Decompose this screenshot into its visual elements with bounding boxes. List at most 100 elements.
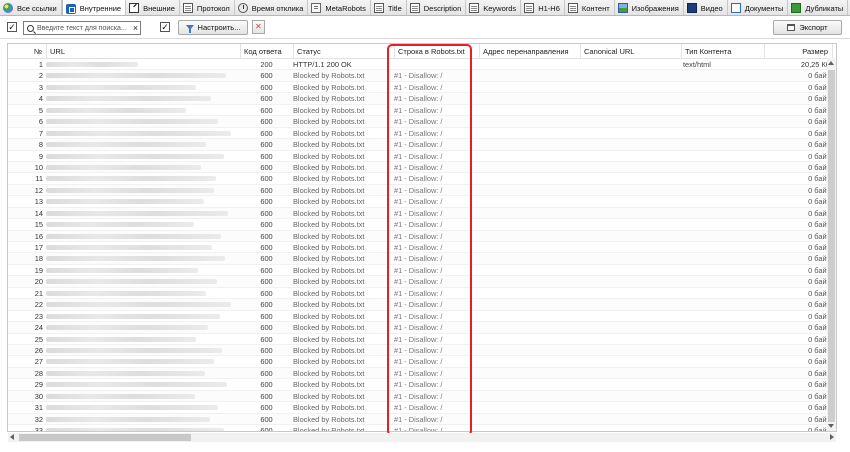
url-cell-redacted[interactable] (46, 162, 231, 173)
url-cell-redacted[interactable] (46, 151, 231, 162)
url-cell-redacted[interactable] (46, 368, 231, 379)
tab-documents[interactable]: Документы (728, 0, 789, 15)
table-row[interactable]: 7 600 Blocked by Robots.txt #1 - Disallow: … (8, 128, 836, 140)
clear-search-icon[interactable]: × (131, 23, 140, 33)
tab-clock[interactable]: Время отклика (235, 0, 309, 15)
url-cell-redacted[interactable] (46, 299, 231, 310)
url-cell-redacted[interactable] (46, 70, 231, 81)
table-row[interactable]: 26 600 Blocked by Robots.txt #1 - Disallow:… (8, 344, 836, 357)
horizontal-scroll-thumb[interactable] (19, 434, 191, 441)
col-robots-header[interactable]: Строка в Robots.txt (394, 44, 479, 59)
url-cell-redacted[interactable] (46, 231, 231, 242)
search-input[interactable]: Введите текст для поиска... (37, 25, 131, 32)
url-cell-redacted[interactable] (46, 265, 231, 276)
tab-meta-card[interactable]: MetaRobots (308, 0, 371, 15)
tab-duplicates[interactable]: Дубликаты (788, 0, 849, 15)
col-size-header[interactable]: Размер (764, 44, 832, 59)
table-row[interactable]: 21 600 Blocked by Robots.txt #1 - Disallow:… (8, 288, 836, 300)
url-cell-redacted[interactable] (46, 311, 231, 322)
table-row[interactable]: 25 600 Blocked by Robots.txt #1 - Disallow:… (8, 334, 836, 345)
url-cell-redacted[interactable] (46, 334, 231, 345)
url-cell-redacted[interactable] (46, 379, 231, 390)
table-row[interactable]: 22 600 Blocked by Robots.txt #1 - Disallow:… (8, 299, 836, 311)
url-cell-redacted[interactable] (46, 93, 231, 104)
table-row[interactable]: 20 600 Blocked by Robots.txt #1 - Disallow:… (8, 276, 836, 288)
col-status-header[interactable]: Статус (293, 44, 394, 59)
col-redirect-header[interactable]: Адрес перенаправления (479, 44, 580, 59)
table-row[interactable]: 3 600 Blocked by Robots.txt #1 - Disallow: … (8, 82, 836, 94)
tab-content-doc[interactable]: Контент (565, 0, 615, 15)
table-row[interactable]: 31 600 Blocked by Robots.txt #1 - Disallow:… (8, 402, 836, 414)
table-row[interactable]: 23 600 Blocked by Robots.txt #1 - Disallow:… (8, 311, 836, 323)
tab-image[interactable]: Изображения (615, 0, 684, 15)
table-row[interactable]: 15 600 Blocked by Robots.txt #1 - Disallow:… (8, 219, 836, 231)
url-cell-redacted[interactable] (46, 116, 231, 127)
tab-keywords-doc[interactable]: Keywords (466, 0, 522, 15)
search-field[interactable]: Введите текст для поиска... × (23, 21, 141, 35)
table-row[interactable]: 13 600 Blocked by Robots.txt #1 - Disallow:… (8, 196, 836, 208)
filter-checkbox[interactable]: ✓ (7, 22, 17, 32)
url-cell-redacted[interactable] (46, 414, 231, 425)
url-cell-redacted[interactable] (46, 196, 231, 207)
table-row[interactable]: 16 600 Blocked by Robots.txt #1 - Disallow:… (8, 230, 836, 242)
vertical-scroll-thumb[interactable] (828, 70, 835, 422)
tab-video[interactable]: Видео (684, 0, 728, 15)
tab-title-doc[interactable]: Title (371, 0, 407, 15)
tab-internal[interactable]: Внутренние (61, 0, 127, 15)
table-row[interactable]: 19 600 Blocked by Robots.txt #1 - Disallow:… (8, 265, 836, 277)
case-checkbox[interactable]: ✓ (160, 22, 170, 32)
table-row[interactable]: 24 600 Blocked by Robots.txt #1 - Disallow:… (8, 322, 836, 334)
scroll-left-arrow-icon[interactable] (10, 434, 14, 440)
horizontal-scrollbar[interactable] (8, 433, 836, 442)
export-button[interactable]: Экспорт (773, 20, 842, 35)
table-row[interactable]: 10 600 Blocked by Robots.txt #1 - Disallow:… (8, 161, 836, 174)
url-cell-redacted[interactable] (46, 185, 231, 196)
tab-external-link[interactable]: Внешние (126, 0, 180, 15)
scroll-right-arrow-icon[interactable] (830, 434, 834, 440)
url-cell-redacted[interactable] (46, 242, 231, 253)
url-cell-redacted[interactable] (46, 82, 231, 93)
tab-protocol[interactable]: Протокол (180, 0, 235, 15)
col-canonical-header[interactable]: Canonical URL (580, 44, 681, 59)
url-cell-redacted[interactable] (46, 322, 231, 333)
scroll-down-arrow-icon[interactable] (828, 424, 834, 428)
table-row[interactable]: 1 200 HTTP/1.1 200 OK text/html 20,25 Кб (8, 59, 836, 71)
table-row[interactable]: 32 600 Blocked by Robots.txt #1 - Disallow:… (8, 413, 836, 425)
scroll-up-arrow-icon[interactable] (828, 61, 834, 65)
tab-description-doc[interactable]: Description (407, 0, 467, 15)
url-cell-redacted[interactable] (46, 219, 231, 230)
url-cell-redacted[interactable] (46, 402, 231, 413)
table-row[interactable]: 29 600 Blocked by Robots.txt #1 - Disallow:… (8, 379, 836, 391)
url-cell-redacted[interactable] (46, 391, 231, 402)
table-row[interactable]: 6 600 Blocked by Robots.txt #1 - Disallow: … (8, 116, 836, 128)
url-cell-redacted[interactable] (46, 208, 231, 219)
table-row[interactable]: 33 600 Blocked by Robots.txt #1 - Disallow:… (8, 425, 836, 431)
table-row[interactable]: 30 600 Blocked by Robots.txt #1 - Disallow:… (8, 390, 836, 403)
configure-button[interactable]: Настроить... (178, 20, 248, 35)
col-meta-header[interactable]: Ме (832, 44, 836, 59)
col-url-header[interactable]: URL (46, 44, 240, 59)
tab-globe[interactable]: Все ссылки (0, 0, 62, 15)
url-cell-redacted[interactable] (46, 173, 231, 184)
table-row[interactable]: 11 600 Blocked by Robots.txt #1 - Disallow:… (8, 173, 836, 185)
clear-filter-button[interactable] (252, 20, 265, 34)
url-cell-redacted[interactable] (46, 345, 231, 356)
vertical-scrollbar[interactable] (827, 58, 836, 431)
tab-headings-doc[interactable]: H1-H6 (521, 0, 565, 15)
table-row[interactable]: 9 600 Blocked by Robots.txt #1 - Disallow: … (8, 151, 836, 162)
col-code-header[interactable]: Код ответа (240, 44, 293, 59)
table-row[interactable]: 18 600 Blocked by Robots.txt #1 - Disallow:… (8, 253, 836, 265)
url-cell-redacted[interactable] (46, 276, 231, 287)
table-row[interactable]: 5 600 Blocked by Robots.txt #1 - Disallow: … (8, 105, 836, 117)
url-cell-redacted[interactable] (46, 105, 231, 116)
url-cell-redacted[interactable] (46, 139, 231, 150)
url-cell-redacted[interactable] (46, 425, 231, 431)
table-row[interactable]: 4 600 Blocked by Robots.txt #1 - Disallow: … (8, 93, 836, 105)
table-row[interactable]: 8 600 Blocked by Robots.txt #1 - Disallow: … (8, 139, 836, 151)
table-row[interactable]: 28 600 Blocked by Robots.txt #1 - Disallow:… (8, 367, 836, 380)
url-cell-redacted[interactable] (46, 59, 231, 70)
table-row[interactable]: 12 600 Blocked by Robots.txt #1 - Disallow:… (8, 184, 836, 197)
url-cell-redacted[interactable] (46, 288, 231, 299)
url-cell-redacted[interactable] (46, 128, 231, 139)
url-cell-redacted[interactable] (46, 356, 231, 367)
